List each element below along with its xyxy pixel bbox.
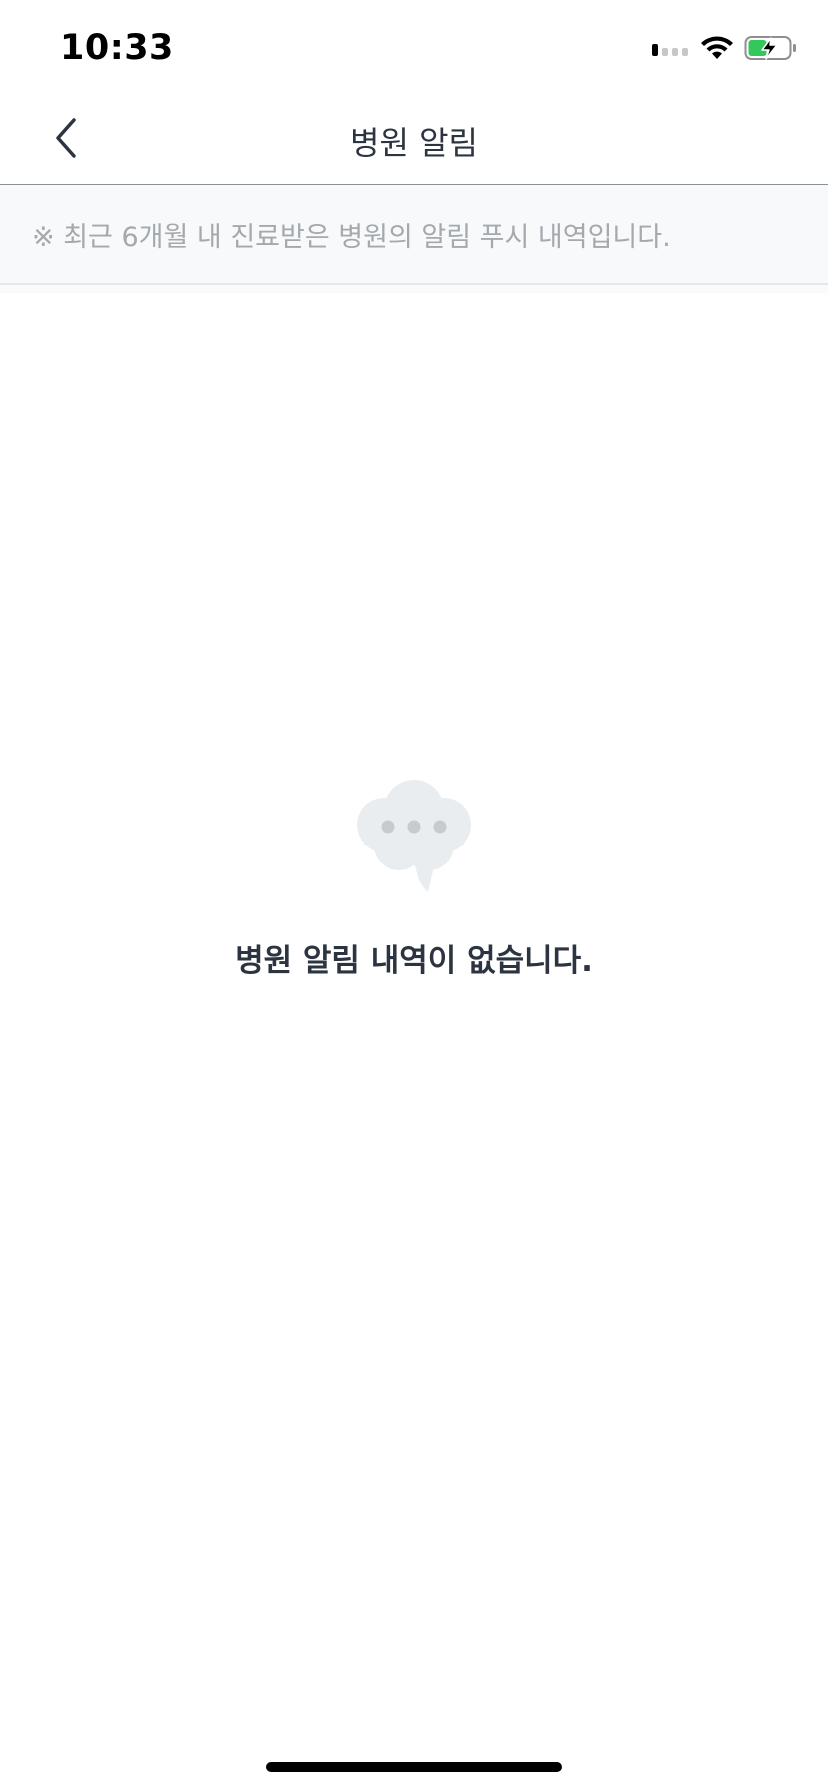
- status-icons: [650, 34, 798, 66]
- speech-bubble-icon: [0, 770, 828, 895]
- home-indicator[interactable]: [266, 1762, 562, 1772]
- status-time: 10:33: [60, 28, 174, 68]
- status-bar: 10:33: [0, 0, 828, 96]
- empty-state: 병원 알림 내역이 없습니다.: [0, 770, 828, 980]
- banner-divider: [0, 285, 828, 293]
- empty-message: 병원 알림 내역이 없습니다.: [235, 943, 593, 979]
- battery-charging-icon: [744, 34, 798, 66]
- cellular-signal-icon: [650, 38, 690, 62]
- wifi-icon: [700, 35, 734, 65]
- navigation-bar: 병원 알림: [0, 96, 828, 185]
- notice-text: ※ 최근 6개월 내 진료받은 병원의 알림 푸시 내역입니다.: [32, 222, 671, 253]
- page-title: 병원 알림: [350, 124, 478, 162]
- notice-banner: ※ 최근 6개월 내 진료받은 병원의 알림 푸시 내역입니다.: [0, 185, 828, 285]
